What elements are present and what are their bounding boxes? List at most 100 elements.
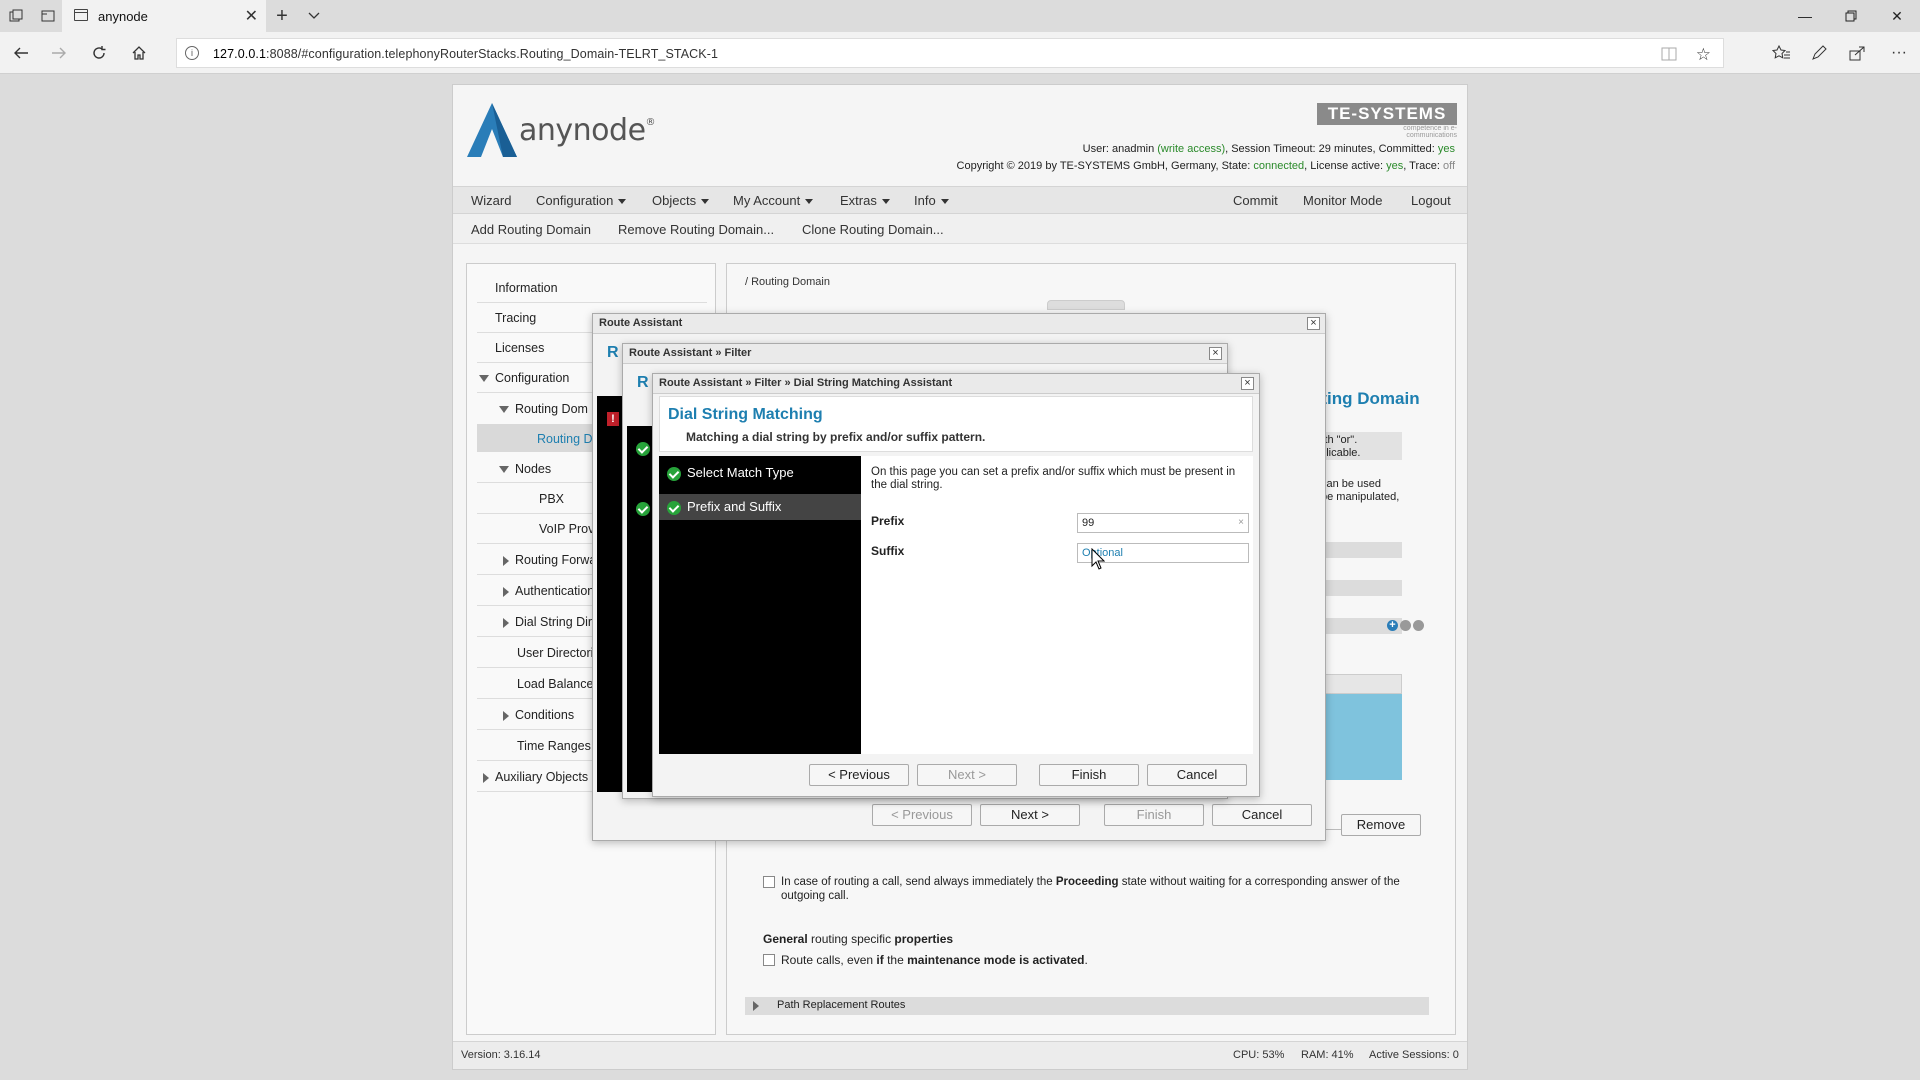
dialog-title: Route Assistant (593, 314, 1325, 334)
clone-routing-domain-link[interactable]: Clone Routing Domain... (802, 222, 944, 237)
edit-icon[interactable] (1400, 620, 1411, 631)
dialog-header: Dial String Matching Matching a dial str… (659, 396, 1253, 452)
path-replacement-section[interactable]: Path Replacement Routes (745, 997, 1429, 1015)
anynode-logo-text: anynode® (519, 113, 656, 148)
finish-button[interactable]: Finish (1039, 764, 1139, 786)
general-properties-label: General routing specific properties (763, 932, 954, 946)
next-button[interactable]: Next > (917, 764, 1017, 786)
step-select-match-type[interactable]: Select Match Type (659, 460, 861, 486)
tree-item-configuration[interactable]: Configuration (479, 371, 569, 385)
finish-button[interactable]: Finish (1104, 804, 1204, 826)
more-icon[interactable]: ··· (1888, 42, 1910, 64)
tree-item-user-directories[interactable]: User Directori (517, 646, 593, 660)
cancel-button[interactable]: Cancel (1212, 804, 1312, 826)
dialog-heading: Dial String Matching (668, 406, 823, 423)
delete-icon[interactable] (1413, 620, 1424, 631)
remove-button[interactable]: Remove (1341, 814, 1421, 836)
cpu-text: CPU: 53% (1233, 1049, 1285, 1061)
session-info: User: anadmin (write access), Session Ti… (956, 143, 1455, 172)
reading-view-icon[interactable] (1661, 47, 1677, 61)
previous-button[interactable]: < Previous (872, 804, 972, 826)
collapsed-icon (503, 617, 509, 628)
close-tab-icon[interactable]: ✕ (245, 6, 258, 26)
steps-sidebar: Select Match Type Prefix and Suffix (659, 456, 861, 754)
collapsed-icon (483, 772, 489, 783)
suffix-label: Suffix (871, 544, 905, 558)
remove-routing-domain-link[interactable]: Remove Routing Domain... (618, 222, 774, 237)
tree-item-time-ranges[interactable]: Time Ranges (517, 739, 591, 753)
maintenance-checkbox[interactable] (763, 954, 775, 966)
cancel-button[interactable]: Cancel (1147, 764, 1247, 786)
tree-item-dial-string-directories[interactable]: Dial String Dir (503, 615, 592, 629)
tree-item-information[interactable]: Information (495, 281, 558, 295)
check-icon (636, 502, 650, 516)
tree-item-load-balancers[interactable]: Load Balance (517, 677, 593, 691)
mouse-cursor-icon (1091, 548, 1105, 570)
sub-menu: Add Routing Domain Remove Routing Domain… (453, 214, 1467, 244)
pen-icon[interactable] (1808, 42, 1830, 64)
clear-icon[interactable]: × (1238, 517, 1244, 528)
menu-info[interactable]: Info (914, 193, 949, 208)
menu-commit[interactable]: Commit (1233, 193, 1278, 208)
main-menu: Wizard Configuration Objects My Account … (453, 186, 1467, 214)
close-icon[interactable]: × (1307, 317, 1320, 330)
site-info-icon[interactable]: i (185, 46, 199, 60)
add-icon[interactable]: + (1387, 620, 1398, 631)
menu-logout[interactable]: Logout (1411, 193, 1451, 208)
menu-objects[interactable]: Objects (652, 193, 710, 208)
proceeding-label: In case of routing a call, send always i… (781, 876, 1400, 902)
tree-item-tracing[interactable]: Tracing (495, 311, 536, 325)
close-window-icon[interactable]: ✕ (1874, 0, 1920, 32)
close-icon[interactable]: × (1209, 347, 1222, 360)
version-text: Version: 3.16.14 (461, 1049, 541, 1061)
favorite-star-icon[interactable]: ☆ (1696, 45, 1711, 65)
menu-monitor-mode[interactable]: Monitor Mode (1303, 193, 1382, 208)
tree-item-routing-forwarding[interactable]: Routing Forwa (503, 553, 596, 567)
tree-item-authentication[interactable]: Authentication (503, 584, 594, 598)
tree-item-pbx[interactable]: PBX (539, 492, 564, 506)
tree-item-auxiliary-objects[interactable]: Auxiliary Objects (483, 770, 588, 784)
dialog-subheading: Matching a dial string by prefix and/or … (686, 430, 986, 444)
refresh-icon[interactable] (88, 42, 110, 64)
share-icon[interactable] (1846, 42, 1868, 64)
home-icon[interactable] (128, 42, 150, 64)
menu-extras[interactable]: Extras (840, 193, 890, 208)
expanded-icon (479, 375, 489, 383)
address-bar[interactable]: i 127.0.0.1:8088/#configuration.telephon… (176, 38, 1724, 68)
proceeding-checkbox[interactable] (763, 876, 775, 888)
anynode-logo-icon (467, 103, 517, 157)
menu-wizard[interactable]: Wizard (471, 193, 511, 208)
previous-button[interactable]: < Previous (809, 764, 909, 786)
chevron-down-icon[interactable] (304, 6, 324, 26)
menu-my-account[interactable]: My Account (733, 193, 814, 208)
next-button[interactable]: Next > (980, 804, 1080, 826)
dialog-title: Route Assistant » Filter » Dial String M… (653, 374, 1259, 394)
minimize-icon[interactable]: — (1782, 0, 1828, 32)
set-tabs-aside-icon[interactable] (38, 6, 58, 26)
breadcrumb: / Routing Domain (745, 276, 830, 288)
favorites-icon[interactable] (1770, 42, 1792, 64)
menu-configuration[interactable]: Configuration (536, 193, 627, 208)
check-icon (667, 467, 681, 481)
add-routing-domain-link[interactable]: Add Routing Domain (471, 222, 591, 237)
tab-title: anynode (98, 8, 148, 24)
step-prefix-and-suffix[interactable]: Prefix and Suffix (659, 494, 861, 520)
tree-item-voip-provider[interactable]: VoIP Provi (539, 522, 597, 536)
forward-icon[interactable] (48, 42, 70, 64)
browser-tab[interactable]: anynode ✕ (62, 0, 266, 32)
text-fragment: be manipulated, (1321, 491, 1400, 503)
close-icon[interactable]: × (1241, 377, 1254, 390)
new-tab-icon[interactable]: + (272, 5, 292, 27)
selected-row[interactable] (1314, 694, 1402, 780)
collapsed-icon (753, 1001, 759, 1011)
restore-icon[interactable] (1828, 0, 1874, 32)
tree-item-routing-domains[interactable]: Routing Dom (499, 402, 588, 416)
back-icon[interactable] (10, 42, 32, 64)
ram-text: RAM: 41% (1301, 1049, 1354, 1061)
prefix-input[interactable]: 99 × (1077, 513, 1249, 533)
tab-actions-icon[interactable] (6, 6, 26, 26)
tree-item-conditions[interactable]: Conditions (503, 708, 574, 722)
tab-stub[interactable] (1047, 300, 1125, 310)
tree-item-licenses[interactable]: Licenses (495, 341, 544, 355)
tree-item-nodes[interactable]: Nodes (499, 462, 551, 476)
